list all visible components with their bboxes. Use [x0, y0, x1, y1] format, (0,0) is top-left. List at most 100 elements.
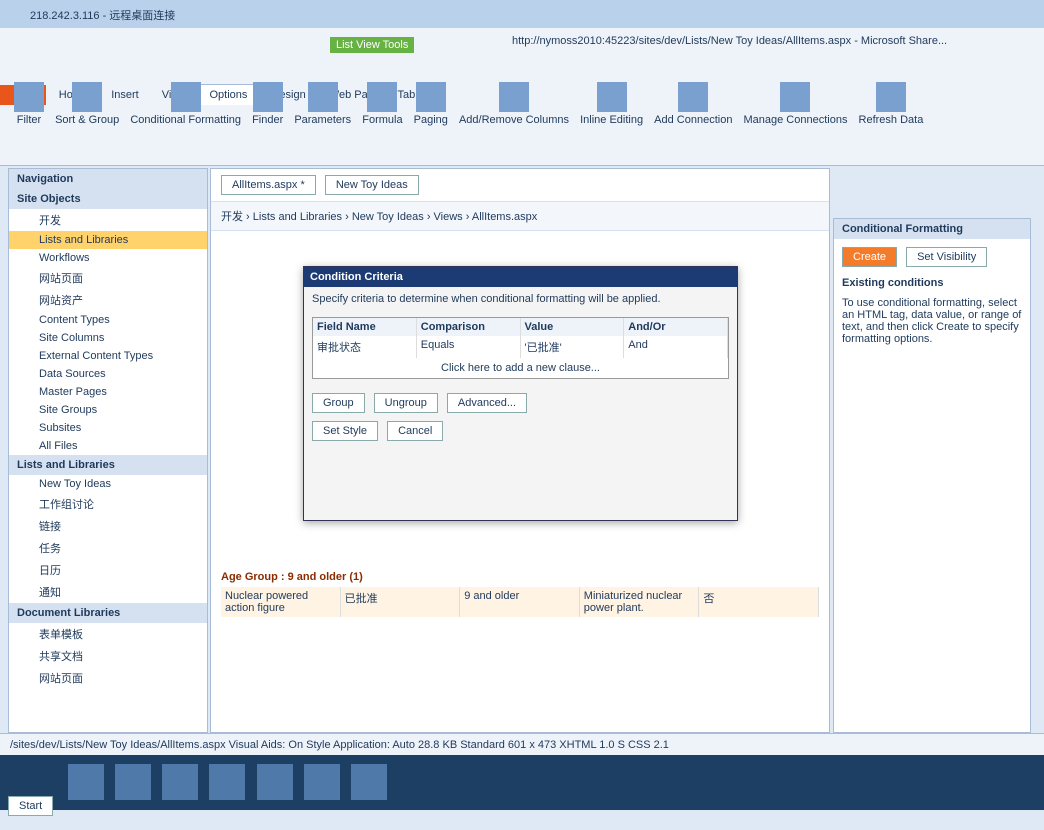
sort-group-button[interactable]: Sort & Group: [55, 82, 119, 126]
tools-icon[interactable]: [209, 764, 246, 800]
nav-item-site-assets[interactable]: 网站资产: [9, 289, 207, 311]
connection-icon: [678, 82, 709, 112]
criteria-header: Field Name Comparison Value And/Or: [313, 318, 728, 336]
conditional-formatting-button[interactable]: Conditional Formatting: [130, 82, 241, 126]
doclib-item[interactable]: 网站页面: [9, 667, 207, 689]
condition-criteria-dialog: Condition Criteria Specify criteria to d…: [303, 266, 738, 521]
criteria-grid: Field Name Comparison Value And/Or 审批状态 …: [312, 317, 729, 379]
add-remove-columns-button[interactable]: Add/Remove Columns: [459, 82, 569, 126]
list-item[interactable]: 通知: [9, 581, 207, 603]
set-visibility-button[interactable]: Set Visibility: [906, 247, 988, 267]
nav-item-data-sources[interactable]: Data Sources: [9, 365, 207, 383]
doclib-item[interactable]: 表单模板: [9, 623, 207, 645]
nav-item-master-pages[interactable]: Master Pages: [9, 383, 207, 401]
cell-flag: 否: [699, 587, 819, 617]
criteria-row[interactable]: 审批状态 Equals '已批准' And: [313, 336, 728, 358]
tab-new-toy-ideas[interactable]: New Toy Ideas: [324, 175, 419, 195]
paging-button[interactable]: Paging: [414, 82, 448, 126]
file-tabs: AllItems.aspx * New Toy Ideas: [211, 169, 829, 202]
lists-libraries-header[interactable]: Lists and Libraries: [9, 455, 207, 475]
list-item[interactable]: 链接: [9, 515, 207, 537]
nav-item-lists-libraries[interactable]: Lists and Libraries: [9, 231, 207, 249]
nav-item-subsites[interactable]: Subsites: [9, 419, 207, 437]
list-view-tools: List View Tools: [330, 37, 415, 53]
window-title: 218.242.3.116 - 远程桌面连接: [30, 10, 176, 22]
group-header: Age Group : 9 and older (1): [221, 571, 363, 583]
ie-icon[interactable]: [256, 764, 293, 800]
table-row[interactable]: Nuclear powered action figure 已批准 9 and …: [221, 587, 819, 617]
add-connection-button[interactable]: Add Connection: [654, 82, 732, 126]
nav-item-site-columns[interactable]: Site Columns: [9, 329, 207, 347]
window-titlebar: 218.242.3.116 - 远程桌面连接: [0, 0, 1044, 28]
server-manager-icon[interactable]: [68, 764, 105, 800]
conditional-formatting-icon: [170, 82, 201, 112]
inline-editing-button[interactable]: Inline Editing: [580, 82, 643, 126]
create-button[interactable]: Create: [842, 247, 898, 267]
nav-item-all-files[interactable]: All Files: [9, 437, 207, 455]
help-text: To use conditional formatting, select an…: [842, 297, 1022, 345]
status-bar: /sites/dev/Lists/New Toy Ideas/AllItems.…: [0, 733, 1044, 755]
manage-connections-icon: [780, 82, 811, 112]
value-cell[interactable]: '已批准': [521, 336, 625, 358]
parameters-button[interactable]: Parameters: [294, 82, 351, 126]
nav-item-kaifa[interactable]: 开发: [9, 209, 207, 231]
list-item[interactable]: 日历: [9, 559, 207, 581]
existing-conditions: Existing conditions: [842, 277, 944, 289]
filter-icon: [14, 82, 44, 112]
cell-age: 9 and older: [460, 587, 580, 617]
inline-editing-icon: [596, 82, 627, 112]
filter-button[interactable]: Filter: [14, 82, 44, 126]
breadcrumb[interactable]: 开发 › Lists and Libraries › New Toy Ideas…: [211, 202, 829, 231]
taskbar: Start: [0, 755, 1044, 816]
app-title: http://nymoss2010:45223/sites/dev/Lists/…: [512, 35, 948, 47]
nav-item-content-types[interactable]: Content Types: [9, 311, 207, 329]
nav-item-external-content-types[interactable]: External Content Types: [9, 347, 207, 365]
nav-item-site-pages[interactable]: 网站页面: [9, 267, 207, 289]
dialog-title: Condition Criteria: [304, 267, 737, 287]
refresh-icon: [875, 82, 906, 112]
formula-icon: [367, 82, 398, 112]
cell-status: 已批准: [341, 587, 461, 617]
parameters-icon: [307, 82, 338, 112]
field-name-select[interactable]: 审批状态: [313, 336, 417, 358]
start-button[interactable]: Start: [8, 796, 54, 816]
tab-allitems[interactable]: AllItems.aspx *: [221, 175, 316, 195]
paging-icon: [415, 82, 446, 112]
list-item[interactable]: 工作组讨论: [9, 493, 207, 515]
doclib-item[interactable]: 共享文档: [9, 645, 207, 667]
finder-button[interactable]: Finder: [252, 82, 283, 126]
group-button[interactable]: Group: [312, 393, 365, 413]
cancel-button[interactable]: Cancel: [387, 421, 444, 441]
right-pane-title: Conditional Formatting: [834, 219, 1030, 239]
terminal-icon[interactable]: [350, 764, 387, 800]
list-item[interactable]: New Toy Ideas: [9, 475, 207, 493]
conditional-formatting-pane: Conditional Formatting Create Set Visibi…: [833, 218, 1031, 733]
cell-desc: Miniaturized nuclear power plant.: [580, 587, 700, 617]
nav-item-workflows[interactable]: Workflows: [9, 249, 207, 267]
manage-connections-button[interactable]: Manage Connections: [744, 82, 847, 126]
cell-title: Nuclear powered action figure: [221, 587, 341, 617]
comparison-cell[interactable]: Equals: [417, 336, 521, 358]
set-style-button[interactable]: Set Style: [312, 421, 379, 441]
ribbon: http://nymoss2010:45223/sites/dev/Lists/…: [0, 28, 1044, 166]
sharepoint-designer-icon[interactable]: [303, 764, 340, 800]
powershell-icon[interactable]: [115, 764, 152, 800]
document-libraries-header: Document Libraries: [9, 603, 207, 623]
advanced-button[interactable]: Advanced...: [446, 393, 527, 413]
ribbon-buttons: Filter Sort & Group Conditional Formatti…: [14, 82, 931, 126]
finder-icon: [252, 82, 283, 112]
ungroup-button[interactable]: Ungroup: [373, 393, 438, 413]
formula-button[interactable]: Formula: [362, 82, 403, 126]
columns-icon: [499, 82, 529, 112]
nav-item-site-groups[interactable]: Site Groups: [9, 401, 207, 419]
and-or-cell[interactable]: And: [624, 336, 728, 358]
dialog-description: Specify criteria to determine when condi…: [312, 293, 661, 305]
explorer-icon[interactable]: [162, 764, 199, 800]
navigation-header: Navigation: [9, 169, 207, 189]
site-objects-header[interactable]: Site Objects: [9, 189, 207, 209]
sort-icon: [72, 82, 103, 112]
navigation-pane: Navigation Site Objects 开发 Lists and Lib…: [8, 168, 208, 733]
list-item[interactable]: 任务: [9, 537, 207, 559]
refresh-data-button[interactable]: Refresh Data: [859, 82, 923, 126]
add-clause[interactable]: Click here to add a new clause...: [313, 358, 728, 378]
